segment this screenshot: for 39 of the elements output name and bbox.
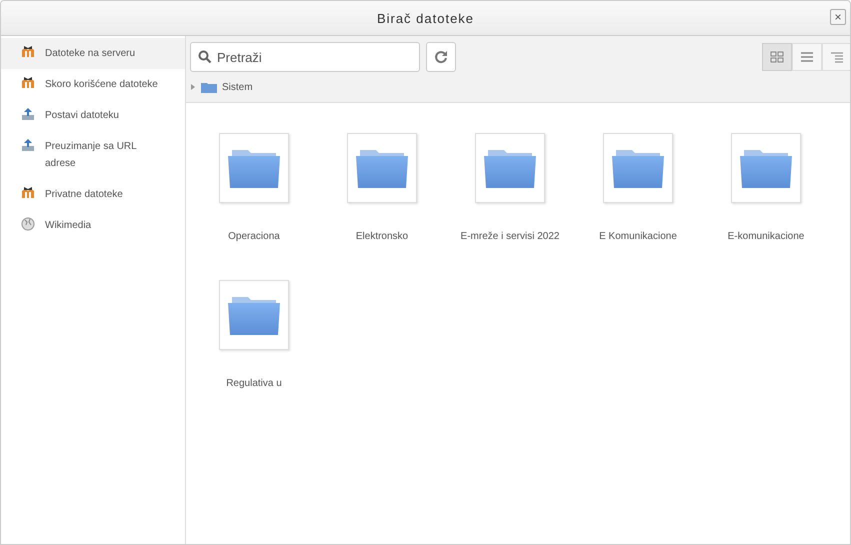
window-title: Birač datoteke (376, 10, 474, 26)
close-button[interactable]: × (830, 9, 846, 25)
folder-name[interactable]: Operaciona (228, 231, 280, 242)
refresh-icon (434, 50, 448, 64)
expand-arrow-icon (190, 83, 196, 91)
sidebar-item[interactable]: Privatne datoteke (1, 179, 185, 210)
view-button[interactable] (822, 43, 850, 71)
sidebar-item[interactable]: Datoteke na serveru (1, 38, 185, 69)
upload-icon (21, 107, 35, 121)
sidebar-item[interactable]: Wikimedia (1, 210, 185, 241)
repository-icon (21, 76, 35, 88)
view-button[interactable] (762, 43, 792, 71)
folder-thumbnail[interactable] (347, 133, 417, 203)
folder-thumbnail[interactable] (219, 280, 289, 350)
search-field[interactable]: Pretraži (190, 42, 420, 72)
sidebar-item[interactable]: Postavi datoteku (1, 100, 185, 131)
folder-name[interactable]: E-komunikacione (728, 231, 804, 242)
grid-icon (770, 51, 784, 63)
repository-icon (21, 186, 35, 198)
folder-icon (201, 81, 217, 93)
breadcrumb-link[interactable]: Sistem (222, 82, 253, 92)
folder-thumbnail[interactable] (603, 133, 673, 203)
tree-icon (830, 51, 844, 63)
list-icon (800, 51, 814, 63)
search-icon (198, 50, 212, 64)
upload-icon (21, 138, 35, 152)
folder-thumbnail[interactable] (731, 133, 801, 203)
sidebar-item[interactable]: Skoro korišćene datoteke (1, 69, 185, 100)
sidebar-item[interactable]: Preuzimanje sa URL adrese (1, 131, 185, 179)
folder-thumbnail[interactable] (219, 133, 289, 203)
folder-name[interactable]: E-mreže i servisi 2022 (460, 231, 560, 242)
view-button[interactable] (792, 43, 822, 71)
folder-name[interactable]: E Komunikacione (599, 231, 677, 242)
refresh-button[interactable] (426, 42, 456, 72)
folder-thumbnail[interactable] (475, 133, 545, 203)
globe-icon (21, 217, 35, 231)
repository-icon (21, 45, 35, 57)
folder-name[interactable]: Elektronsko (356, 231, 408, 242)
folder-name[interactable]: Regulativa u (226, 378, 282, 389)
